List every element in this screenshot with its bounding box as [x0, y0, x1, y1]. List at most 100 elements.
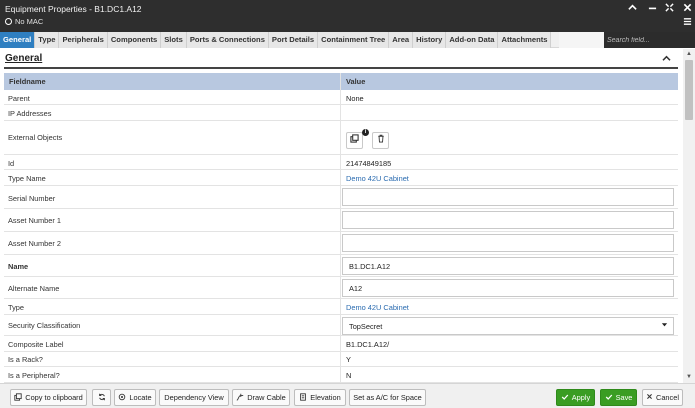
- mac-status-icon: [5, 18, 12, 25]
- tab-bar-filler: [559, 32, 604, 48]
- alternate-name-field[interactable]: [342, 279, 674, 297]
- row-label: IP Addresses: [8, 109, 52, 118]
- row-label: External Objects: [8, 133, 63, 142]
- row-label: Alternate Name: [8, 284, 60, 293]
- menu-icon[interactable]: [681, 17, 693, 29]
- scroll-up-arrow-icon[interactable]: ▲: [683, 49, 695, 59]
- table-row-type: Type Demo 42U Cabinet: [4, 299, 678, 315]
- maximize-window-icon[interactable]: [663, 3, 675, 15]
- set-as-ac-label: Set as A/C for Space: [353, 393, 422, 402]
- tab-general[interactable]: General: [0, 32, 36, 48]
- section-header: General: [0, 49, 683, 69]
- serial-number-field[interactable]: [342, 188, 674, 206]
- tab-attachments[interactable]: Attachments: [498, 32, 552, 48]
- section-title: General: [5, 53, 43, 64]
- save-button[interactable]: Save: [600, 389, 637, 406]
- chevron-down-icon: [661, 322, 668, 330]
- tab-containment-tree[interactable]: Containment Tree: [318, 32, 390, 48]
- table-row-external-objects: External Objects: [4, 121, 678, 155]
- section-collapse-icon[interactable]: [662, 55, 671, 64]
- elevation-label: Elevation: [310, 393, 341, 402]
- tab-peripherals[interactable]: Peripherals: [59, 32, 108, 48]
- tab-area[interactable]: Area: [389, 32, 414, 48]
- row-label: Is a Peripheral?: [8, 371, 60, 380]
- copy-to-clipboard-label: Copy to clipboard: [25, 393, 83, 402]
- draw-cable-button[interactable]: Draw Cable: [232, 389, 290, 406]
- draw-cable-label: Draw Cable: [247, 393, 286, 402]
- dependency-view-button[interactable]: Dependency View: [159, 389, 229, 406]
- row-label: Parent: [8, 94, 30, 103]
- table-row-type-name: Type Name Demo 42U Cabinet: [4, 170, 678, 186]
- tab-type[interactable]: Type: [35, 32, 60, 48]
- security-classification-value: TopSecret: [349, 321, 383, 331]
- table-row-composite-label: Composite Label B1.DC1.A12/: [4, 336, 678, 352]
- add-external-object-button[interactable]: [346, 132, 363, 149]
- row-label: Asset Number 2: [8, 239, 61, 248]
- row-value: None: [346, 94, 364, 103]
- row-value: Y: [346, 355, 351, 364]
- window-title: Equipment Properties - B1.DC1.A12: [5, 4, 142, 14]
- column-header-fieldname: Fieldname: [9, 77, 46, 86]
- mac-status-label: No MAC: [15, 17, 44, 26]
- delete-external-object-button[interactable]: [372, 132, 389, 149]
- tab-ports-connections[interactable]: Ports & Connections: [187, 32, 269, 48]
- set-as-ac-for-space-button[interactable]: Set as A/C for Space: [349, 389, 426, 406]
- column-header-value: Value: [346, 77, 366, 86]
- type-name-link[interactable]: Demo 42U Cabinet: [346, 174, 409, 183]
- tab-bar: General Type Peripherals Components Slot…: [0, 32, 695, 48]
- tab-port-details[interactable]: Port Details: [269, 32, 319, 48]
- table-header: Fieldname Value: [4, 73, 678, 90]
- collapse-window-icon[interactable]: [626, 3, 638, 15]
- locate-button[interactable]: Locate: [114, 389, 156, 406]
- type-link[interactable]: Demo 42U Cabinet: [346, 303, 409, 312]
- row-value: B1.DC1.A12/: [346, 340, 390, 349]
- row-label: Serial Number: [8, 194, 56, 203]
- elevation-icon: [299, 392, 307, 403]
- footer-toolbar: Copy to clipboard Locate Dependency View…: [0, 383, 695, 408]
- close-icon: [646, 393, 653, 402]
- copy-to-clipboard-button[interactable]: Copy to clipboard: [10, 389, 87, 406]
- locate-label: Locate: [129, 393, 152, 402]
- tab-add-on-data[interactable]: Add-on Data: [446, 32, 499, 48]
- row-label: Name: [8, 262, 29, 271]
- minimize-window-icon[interactable]: [646, 3, 658, 15]
- cancel-button[interactable]: Cancel: [642, 389, 683, 406]
- mac-status: No MAC: [5, 17, 43, 26]
- locate-icon: [118, 393, 126, 403]
- row-label: Type: [8, 303, 25, 312]
- tab-components[interactable]: Components: [108, 32, 162, 48]
- scrollbar-thumb[interactable]: [685, 60, 693, 120]
- field-search-input[interactable]: [607, 34, 681, 46]
- apply-button[interactable]: Apply: [556, 389, 595, 406]
- table-row-parent: Parent None: [4, 90, 678, 105]
- row-label: Asset Number 1: [8, 216, 61, 225]
- refresh-button[interactable]: [92, 389, 111, 406]
- tab-slots[interactable]: Slots: [161, 32, 187, 48]
- table-row-ip-addresses: IP Addresses: [4, 105, 678, 121]
- row-label: Type Name: [8, 174, 46, 183]
- name-field[interactable]: [342, 257, 674, 275]
- dependency-view-label: Dependency View: [164, 393, 224, 402]
- window-titlebar: Equipment Properties - B1.DC1.A12 No MAC: [0, 0, 695, 32]
- asset-number-2-field[interactable]: [342, 234, 674, 252]
- tab-list: General Type Peripherals Components Slot…: [0, 32, 552, 48]
- copy-icon: [14, 392, 22, 403]
- info-icon[interactable]: i: [362, 129, 369, 136]
- scroll-down-arrow-icon[interactable]: ▼: [683, 372, 695, 382]
- table-row-id: Id 21474849185: [4, 155, 678, 170]
- field-search: [604, 32, 682, 48]
- close-window-icon[interactable]: [681, 3, 693, 15]
- asset-number-1-field[interactable]: [342, 211, 674, 229]
- cancel-label: Cancel: [655, 393, 679, 402]
- security-classification-select[interactable]: TopSecret: [342, 317, 674, 335]
- row-label: Composite Label: [8, 340, 64, 349]
- refresh-icon: [98, 393, 106, 403]
- table-row-is-rack: Is a Rack? Y: [4, 352, 678, 367]
- tab-history[interactable]: History: [413, 32, 447, 48]
- row-label: Is a Rack?: [8, 355, 43, 364]
- row-value: N: [346, 371, 352, 380]
- row-label: Security Classification: [8, 321, 81, 330]
- check-icon: [605, 393, 613, 403]
- check-icon: [561, 393, 569, 403]
- elevation-button[interactable]: Elevation: [294, 389, 346, 406]
